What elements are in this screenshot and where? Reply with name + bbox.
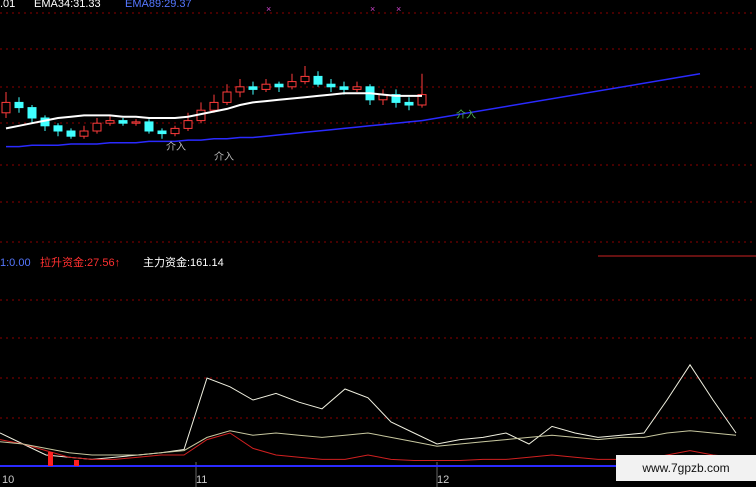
indicator-line	[0, 363, 737, 460]
top-marker: ×	[266, 4, 271, 14]
candle-body	[326, 83, 336, 88]
candle-body	[92, 122, 102, 132]
top-marker: ×	[370, 4, 375, 14]
candle-body	[53, 125, 63, 132]
lift-signal-bar	[48, 452, 53, 466]
x-tick-label: 11	[196, 474, 208, 486]
main-capital-readout: 主力资金:161.14	[143, 257, 224, 269]
ema34-readout: EMA34:31.33	[34, 0, 101, 10]
annotation-entry: 介入	[166, 142, 186, 153]
candle-body	[209, 101, 219, 111]
stock-chart-window: × × × .01 EMA34:31.33 EMA89:29.37 1:0.00 拉…	[0, 0, 756, 487]
candle-body	[14, 101, 24, 109]
candle-body	[144, 121, 154, 132]
annotation-entry: 介入	[456, 110, 476, 121]
lift-capital-readout: 拉升资金:27.56↑	[40, 257, 121, 269]
candle-body	[79, 130, 89, 137]
candle-body	[313, 75, 323, 85]
candle-body	[300, 75, 310, 83]
candle-body	[404, 101, 414, 106]
candle-body	[261, 83, 271, 90]
candle-body	[248, 86, 258, 90]
x-tick-label: 12	[437, 474, 450, 486]
candle-body	[235, 86, 245, 93]
candle-body	[287, 81, 297, 88]
ema89-readout: EMA89:29.37	[125, 0, 192, 10]
candle-body	[1, 101, 11, 114]
panel2-value0: 1:0.00	[0, 257, 31, 269]
watermark: www.7gpzb.com	[616, 455, 756, 481]
candle-body	[157, 130, 167, 135]
candle-body	[170, 127, 180, 135]
lift-signal-bar	[74, 460, 79, 466]
candle-body	[27, 107, 37, 119]
candle-body	[131, 121, 141, 124]
candle-body	[222, 91, 232, 103]
chart-canvas: × × ×	[0, 4, 756, 487]
candle-body	[352, 86, 362, 90]
x-tick-label: 10	[2, 474, 15, 486]
candle-body	[183, 120, 193, 129]
top-marker: ×	[396, 4, 401, 14]
candle-body	[105, 120, 115, 124]
candle-body	[274, 83, 284, 88]
header-fragment: .01	[0, 0, 16, 10]
annotation-entry: 介入	[214, 152, 234, 163]
candle-body	[118, 120, 128, 124]
candle-body	[66, 130, 76, 137]
candle-body	[339, 86, 349, 90]
